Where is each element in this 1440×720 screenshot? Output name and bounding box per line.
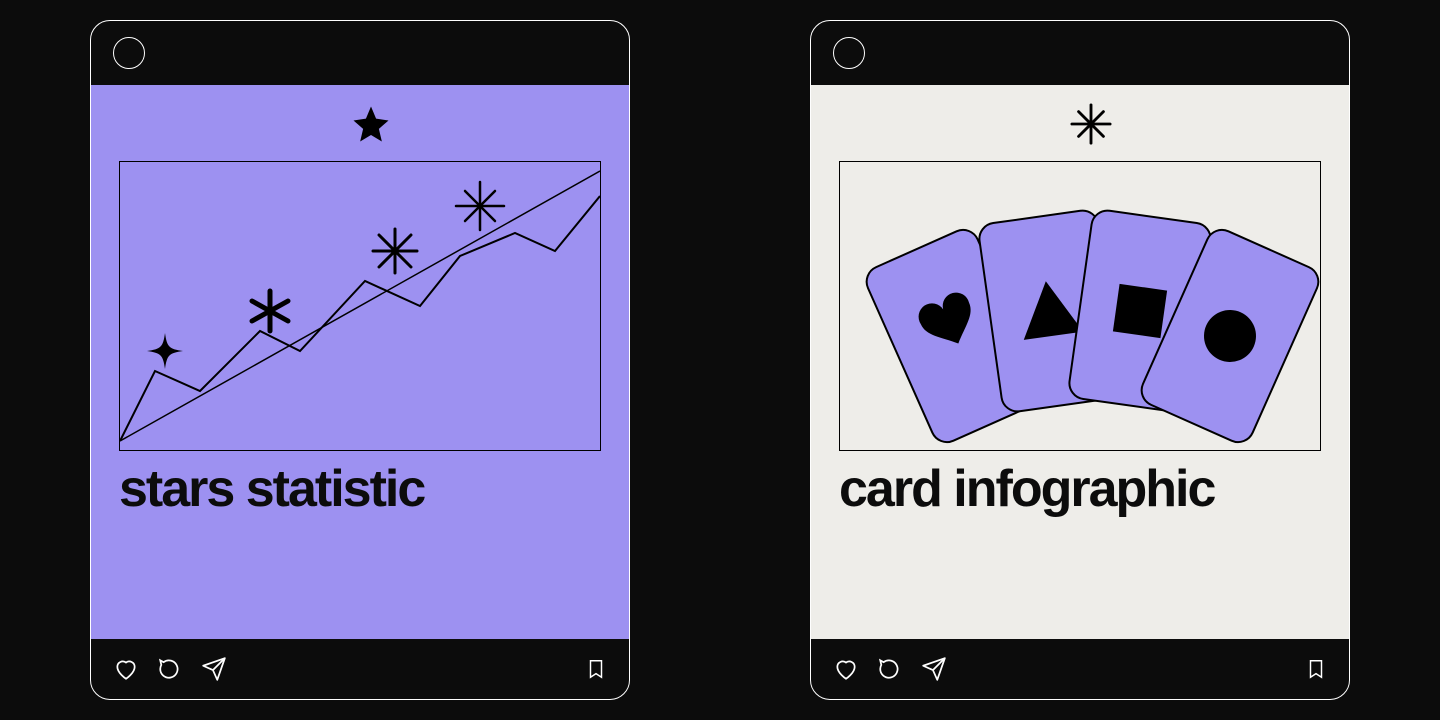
post-title: card infographic xyxy=(811,451,1349,514)
post-footer xyxy=(811,639,1349,699)
comment-icon[interactable] xyxy=(877,656,903,682)
post-logo xyxy=(91,103,629,145)
post-header xyxy=(91,21,629,85)
post-body: card infographic xyxy=(811,85,1349,639)
send-icon[interactable] xyxy=(921,656,947,682)
comment-icon[interactable] xyxy=(157,656,183,682)
post-footer xyxy=(91,639,629,699)
send-icon[interactable] xyxy=(201,656,227,682)
bookmark-icon[interactable] xyxy=(585,656,607,682)
post-card-infographic: card infographic xyxy=(810,20,1350,700)
post-stars-statistic: stars statistic xyxy=(90,20,630,700)
card-fan-illustration xyxy=(840,162,1320,450)
post-header xyxy=(811,21,1349,85)
cards-frame xyxy=(839,161,1321,451)
star-icon xyxy=(113,103,629,145)
heart-icon[interactable] xyxy=(833,656,859,682)
avatar-placeholder[interactable] xyxy=(833,37,865,69)
sparkle-icon xyxy=(833,103,1349,145)
line-chart-illustration xyxy=(120,162,600,450)
bookmark-icon[interactable] xyxy=(1305,656,1327,682)
post-title: stars statistic xyxy=(91,451,629,514)
post-logo xyxy=(811,103,1349,145)
post-body: stars statistic xyxy=(91,85,629,639)
chart-frame xyxy=(119,161,601,451)
avatar-placeholder[interactable] xyxy=(113,37,145,69)
heart-icon[interactable] xyxy=(113,656,139,682)
